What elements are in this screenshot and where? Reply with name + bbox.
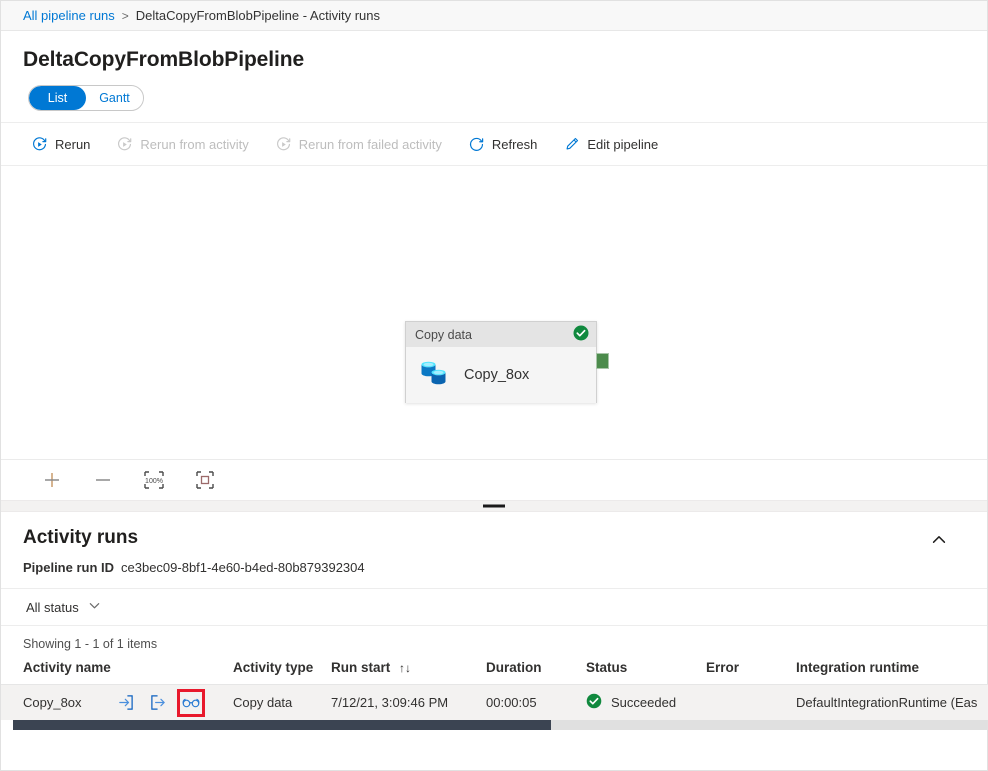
- cell-activity-type: Copy data: [233, 685, 331, 721]
- sort-arrows-icon: ↑↓: [399, 661, 411, 675]
- node-activity-name: Copy_8ox: [464, 367, 529, 383]
- breadcrumb-all-pipeline-runs[interactable]: All pipeline runs: [23, 8, 115, 23]
- activity-runs-title: Activity runs: [23, 526, 987, 550]
- column-header-duration[interactable]: Duration: [486, 660, 586, 685]
- svg-text:100%: 100%: [145, 478, 163, 485]
- output-icon[interactable]: [148, 693, 168, 713]
- pipeline-activity-node[interactable]: Copy data: [405, 321, 597, 403]
- status-success-icon: [586, 693, 602, 712]
- rerun-label: Rerun: [55, 137, 90, 152]
- cell-duration: 00:00:05: [486, 685, 586, 721]
- rerun-from-activity-label: Rerun from activity: [140, 137, 248, 152]
- rerun-from-failed-activity-button[interactable]: Rerun from failed activity: [275, 136, 442, 153]
- status-filter-label: All status: [26, 600, 79, 615]
- showing-count: Showing 1 - 1 of 1 items: [1, 626, 987, 651]
- horizontal-scrollbar-track[interactable]: [13, 720, 987, 730]
- breadcrumb-separator-icon: >: [122, 9, 129, 23]
- status-badge: Succeeded: [611, 695, 676, 710]
- activity-runs-page: All pipeline runs > DeltaCopyFromBlobPip…: [0, 0, 988, 771]
- cell-activity-name: Copy_8ox: [1, 685, 233, 721]
- pipeline-run-id-value: ce3bec09-8bf1-4e60-b4ed-80b879392304: [121, 560, 365, 575]
- pipeline-run-id-row: Pipeline run ID ce3bec09-8bf1-4e60-b4ed-…: [1, 550, 987, 575]
- zoom-100-icon[interactable]: 100%: [143, 469, 165, 491]
- zoom-out-icon[interactable]: [92, 469, 114, 491]
- status-filter-dropdown[interactable]: All status: [26, 599, 101, 615]
- column-header-activity-name[interactable]: Activity name: [1, 660, 233, 685]
- column-header-run-start[interactable]: Run start ↑↓: [331, 660, 486, 685]
- activity-runs-header: Activity runs: [1, 512, 987, 550]
- copy-data-icon: [418, 359, 450, 392]
- rerun-from-failed-activity-label: Rerun from failed activity: [299, 137, 442, 152]
- rerun-icon: [31, 136, 48, 153]
- column-header-activity-type[interactable]: Activity type: [233, 660, 331, 685]
- details-glasses-icon[interactable]: [181, 693, 201, 713]
- activity-runs-table-scroll[interactable]: Activity name Activity type Run start ↑↓…: [1, 660, 987, 720]
- pipeline-canvas[interactable]: Copy data: [1, 166, 987, 459]
- refresh-icon: [468, 136, 485, 153]
- command-bar: Rerun Rerun from activity Rerun from: [1, 122, 987, 166]
- column-header-run-start-label: Run start: [331, 660, 390, 675]
- panel-splitter[interactable]: [1, 500, 987, 512]
- refresh-label: Refresh: [492, 137, 538, 152]
- input-icon[interactable]: [115, 693, 135, 713]
- view-toggle-container: List Gantt: [1, 73, 987, 111]
- tab-list[interactable]: List: [29, 86, 86, 110]
- breadcrumb: All pipeline runs > DeltaCopyFromBlobPip…: [1, 1, 987, 31]
- table-row[interactable]: Copy_8ox: [1, 685, 988, 721]
- node-header: Copy data: [406, 322, 596, 347]
- zoom-fit-icon[interactable]: [194, 469, 216, 491]
- cell-integration-runtime: DefaultIntegrationRuntime (Eas: [796, 685, 988, 721]
- node-output-connector[interactable]: [596, 353, 609, 369]
- cell-run-start: 7/12/21, 3:09:46 PM: [331, 685, 486, 721]
- horizontal-scrollbar-thumb[interactable]: [13, 720, 551, 730]
- rerun-from-activity-icon: [116, 136, 133, 153]
- edit-pipeline-label: Edit pipeline: [587, 137, 658, 152]
- breadcrumb-current: DeltaCopyFromBlobPipeline - Activity run…: [136, 8, 380, 23]
- activity-name-text: Copy_8ox: [23, 695, 115, 710]
- zoom-in-icon[interactable]: [41, 469, 63, 491]
- success-check-icon: [573, 325, 589, 344]
- pencil-icon: [563, 136, 580, 153]
- edit-pipeline-button[interactable]: Edit pipeline: [563, 136, 658, 153]
- pipeline-run-id-label: Pipeline run ID: [23, 560, 114, 575]
- rerun-from-activity-button[interactable]: Rerun from activity: [116, 136, 248, 153]
- rerun-button[interactable]: Rerun: [31, 136, 90, 153]
- column-header-status[interactable]: Status: [586, 660, 706, 685]
- node-body: Copy_8ox: [406, 347, 596, 403]
- splitter-handle[interactable]: [483, 505, 505, 508]
- refresh-button[interactable]: Refresh: [468, 136, 538, 153]
- view-toggle[interactable]: List Gantt: [28, 85, 144, 111]
- status-filter-row: All status: [1, 588, 987, 626]
- tab-gantt[interactable]: Gantt: [86, 86, 143, 110]
- activity-runs-panel: Activity runs Pipeline run ID ce3bec09-8…: [1, 512, 987, 770]
- chevron-down-icon: [88, 599, 101, 615]
- column-header-integration-runtime[interactable]: Integration runtime: [796, 660, 988, 685]
- row-action-group: [115, 693, 201, 713]
- activity-runs-table: Activity name Activity type Run start ↑↓…: [1, 660, 988, 720]
- node-type-label: Copy data: [415, 328, 472, 342]
- chevron-up-icon[interactable]: [927, 528, 951, 552]
- page-title: DeltaCopyFromBlobPipeline: [1, 31, 987, 73]
- cell-status: Succeeded: [586, 685, 706, 721]
- cell-error: [706, 685, 796, 721]
- column-header-error[interactable]: Error: [706, 660, 796, 685]
- rerun-from-failed-activity-icon: [275, 136, 292, 153]
- table-header-row: Activity name Activity type Run start ↑↓…: [1, 660, 988, 685]
- canvas-zoom-toolbar: 100%: [1, 459, 987, 500]
